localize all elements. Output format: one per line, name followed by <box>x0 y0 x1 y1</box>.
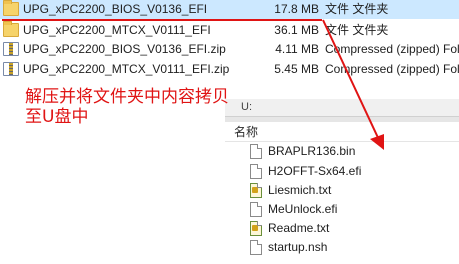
arrow-shaft <box>322 19 381 143</box>
red-arrow-icon <box>322 19 384 150</box>
